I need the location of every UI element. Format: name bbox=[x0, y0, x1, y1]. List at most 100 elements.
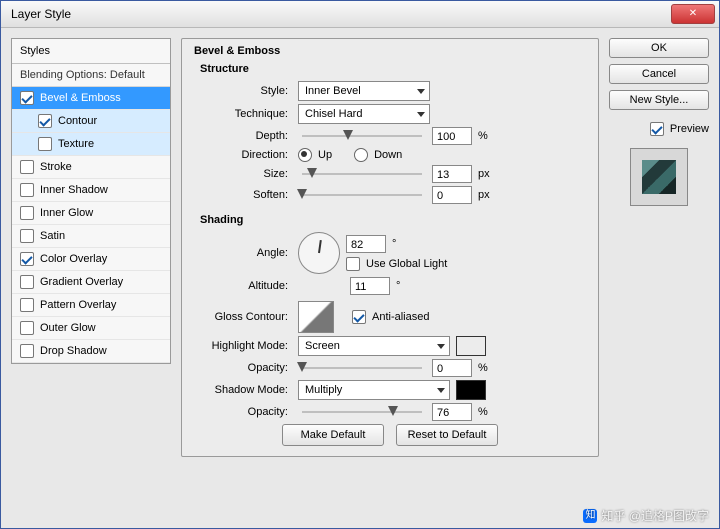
preview-shape-icon bbox=[642, 160, 676, 194]
shadow-color-swatch[interactable] bbox=[456, 380, 486, 400]
chevron-down-icon bbox=[437, 388, 445, 393]
up-label: Up bbox=[318, 149, 332, 161]
size-slider[interactable] bbox=[302, 167, 422, 181]
layer-style-dialog: Layer Style ✕ Styles Blending Options: D… bbox=[0, 0, 720, 529]
altitude-label: Altitude: bbox=[192, 280, 292, 292]
technique-label: Technique: bbox=[192, 108, 292, 120]
style-value: Inner Bevel bbox=[305, 85, 361, 97]
highlight-opacity-slider[interactable] bbox=[302, 361, 422, 375]
shadow-opacity-label: Opacity: bbox=[192, 406, 292, 418]
style-checkbox[interactable] bbox=[20, 206, 34, 220]
style-checkbox[interactable] bbox=[20, 344, 34, 358]
style-select[interactable]: Inner Bevel bbox=[298, 81, 430, 101]
depth-slider[interactable] bbox=[302, 129, 422, 143]
style-row-stroke[interactable]: Stroke bbox=[12, 156, 170, 179]
style-label: Gradient Overlay bbox=[40, 276, 123, 288]
gloss-contour-picker[interactable] bbox=[298, 301, 334, 333]
size-input[interactable]: 13 bbox=[432, 165, 472, 183]
chevron-down-icon bbox=[437, 344, 445, 349]
highlight-opacity-label: Opacity: bbox=[192, 362, 292, 374]
depth-input[interactable]: 100 bbox=[432, 127, 472, 145]
structure-heading: Structure bbox=[200, 63, 588, 75]
preview-checkbox[interactable] bbox=[650, 122, 664, 136]
chevron-down-icon bbox=[417, 112, 425, 117]
size-unit: px bbox=[478, 168, 494, 180]
style-row-gradient-overlay[interactable]: Gradient Overlay bbox=[12, 271, 170, 294]
angle-unit: ° bbox=[392, 238, 396, 250]
style-row-inner-shadow[interactable]: Inner Shadow bbox=[12, 179, 170, 202]
bevel-emboss-group: Bevel & Emboss Structure Style: Inner Be… bbox=[181, 38, 599, 457]
direction-label: Direction: bbox=[192, 149, 292, 161]
cancel-button[interactable]: Cancel bbox=[609, 64, 709, 84]
style-row-pattern-overlay[interactable]: Pattern Overlay bbox=[12, 294, 170, 317]
direction-down-radio[interactable] bbox=[354, 148, 368, 162]
reset-default-button[interactable]: Reset to Default bbox=[396, 424, 498, 446]
window-title: Layer Style bbox=[11, 7, 71, 21]
highlight-opacity-input[interactable]: 0 bbox=[432, 359, 472, 377]
soften-slider[interactable] bbox=[302, 188, 422, 202]
watermark: 知乎 @追格P图改字 bbox=[583, 507, 709, 524]
highlight-color-swatch[interactable] bbox=[456, 336, 486, 356]
shadow-opacity-input[interactable]: 76 bbox=[432, 403, 472, 421]
antialiased-checkbox[interactable] bbox=[352, 310, 366, 324]
direction-up-radio[interactable] bbox=[298, 148, 312, 162]
technique-value: Chisel Hard bbox=[305, 108, 362, 120]
style-row-inner-glow[interactable]: Inner Glow bbox=[12, 202, 170, 225]
style-row-texture[interactable]: Texture bbox=[12, 133, 170, 156]
style-checkbox[interactable] bbox=[20, 298, 34, 312]
technique-select[interactable]: Chisel Hard bbox=[298, 104, 430, 124]
style-checkbox[interactable] bbox=[20, 275, 34, 289]
styles-header[interactable]: Styles bbox=[12, 39, 170, 64]
style-label: Style: bbox=[192, 85, 292, 97]
panel-title: Bevel & Emboss bbox=[194, 45, 588, 57]
style-checkbox[interactable] bbox=[20, 229, 34, 243]
style-label: Pattern Overlay bbox=[40, 299, 116, 311]
close-icon: ✕ bbox=[689, 9, 697, 19]
soften-input[interactable]: 0 bbox=[432, 186, 472, 204]
highlight-mode-label: Highlight Mode: bbox=[192, 340, 292, 352]
style-checkbox[interactable] bbox=[20, 252, 34, 266]
style-label: Inner Shadow bbox=[40, 184, 108, 196]
shadow-opacity-unit: % bbox=[478, 406, 494, 418]
depth-label: Depth: bbox=[192, 130, 292, 142]
angle-input[interactable]: 82 bbox=[346, 235, 386, 253]
style-checkbox[interactable] bbox=[38, 114, 52, 128]
style-label: Stroke bbox=[40, 161, 72, 173]
highlight-mode-value: Screen bbox=[305, 340, 340, 352]
make-default-button[interactable]: Make Default bbox=[282, 424, 384, 446]
close-button[interactable]: ✕ bbox=[671, 4, 715, 24]
style-row-contour[interactable]: Contour bbox=[12, 110, 170, 133]
global-light-label: Use Global Light bbox=[366, 258, 447, 270]
preview-label: Preview bbox=[670, 123, 709, 135]
style-row-outer-glow[interactable]: Outer Glow bbox=[12, 317, 170, 340]
shadow-opacity-slider[interactable] bbox=[302, 405, 422, 419]
style-row-satin[interactable]: Satin bbox=[12, 225, 170, 248]
gloss-contour-label: Gloss Contour: bbox=[192, 311, 292, 323]
style-label: Color Overlay bbox=[40, 253, 107, 265]
ok-button[interactable]: OK bbox=[609, 38, 709, 58]
altitude-input[interactable]: 11 bbox=[350, 277, 390, 295]
style-row-bevel-emboss[interactable]: Bevel & Emboss bbox=[12, 87, 170, 110]
preview-thumbnail bbox=[630, 148, 688, 206]
down-label: Down bbox=[374, 149, 402, 161]
style-row-color-overlay[interactable]: Color Overlay bbox=[12, 248, 170, 271]
shadow-mode-select[interactable]: Multiply bbox=[298, 380, 450, 400]
style-label: Contour bbox=[58, 115, 97, 127]
highlight-mode-select[interactable]: Screen bbox=[298, 336, 450, 356]
depth-unit: % bbox=[478, 130, 494, 142]
zhihu-icon bbox=[583, 509, 597, 523]
shadow-mode-label: Shadow Mode: bbox=[192, 384, 292, 396]
style-row-drop-shadow[interactable]: Drop Shadow bbox=[12, 340, 170, 363]
angle-dial[interactable] bbox=[298, 232, 340, 274]
style-checkbox[interactable] bbox=[38, 137, 52, 151]
style-checkbox[interactable] bbox=[20, 91, 34, 105]
new-style-button[interactable]: New Style... bbox=[609, 90, 709, 110]
altitude-unit: ° bbox=[396, 280, 400, 292]
global-light-checkbox[interactable] bbox=[346, 257, 360, 271]
blending-options[interactable]: Blending Options: Default bbox=[12, 64, 170, 87]
style-checkbox[interactable] bbox=[20, 321, 34, 335]
style-label: Outer Glow bbox=[40, 322, 96, 334]
styles-list: Styles Blending Options: Default Bevel &… bbox=[11, 38, 171, 364]
style-checkbox[interactable] bbox=[20, 183, 34, 197]
style-checkbox[interactable] bbox=[20, 160, 34, 174]
